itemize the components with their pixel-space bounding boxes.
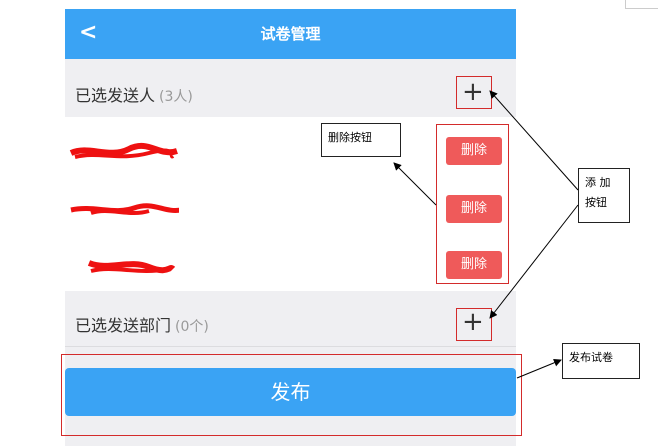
redacted-name-scribble <box>69 142 178 159</box>
publish-button-highlight <box>61 354 522 436</box>
delete-buttons-highlight <box>436 124 509 284</box>
departments-section-header: 已选发送部门 (0个) + <box>65 294 516 350</box>
departments-section-label: 已选发送部门 (0个) <box>75 316 209 335</box>
delete-button-note: 删除按钮 <box>321 123 401 157</box>
divider <box>65 346 516 347</box>
page-corner-mark <box>625 0 658 9</box>
add-department-highlight <box>456 308 492 341</box>
add-button-note: 添 加 按钮 <box>578 168 630 223</box>
recipients-count: (3人) <box>159 89 193 105</box>
page-title: 试卷管理 <box>260 25 321 43</box>
add-recipient-highlight <box>456 76 492 109</box>
recipients-section-label: 已选发送人 (3人) <box>75 86 193 105</box>
publish-note: 发布试卷 <box>562 343 640 379</box>
redacted-name-scribble <box>70 203 179 215</box>
redacted-name-scribble <box>87 260 176 274</box>
top-bar: < 试卷管理 <box>65 9 516 59</box>
departments-count: (0个) <box>175 319 209 335</box>
recipients-section-header: 已选发送人 (3人) + <box>65 64 516 120</box>
